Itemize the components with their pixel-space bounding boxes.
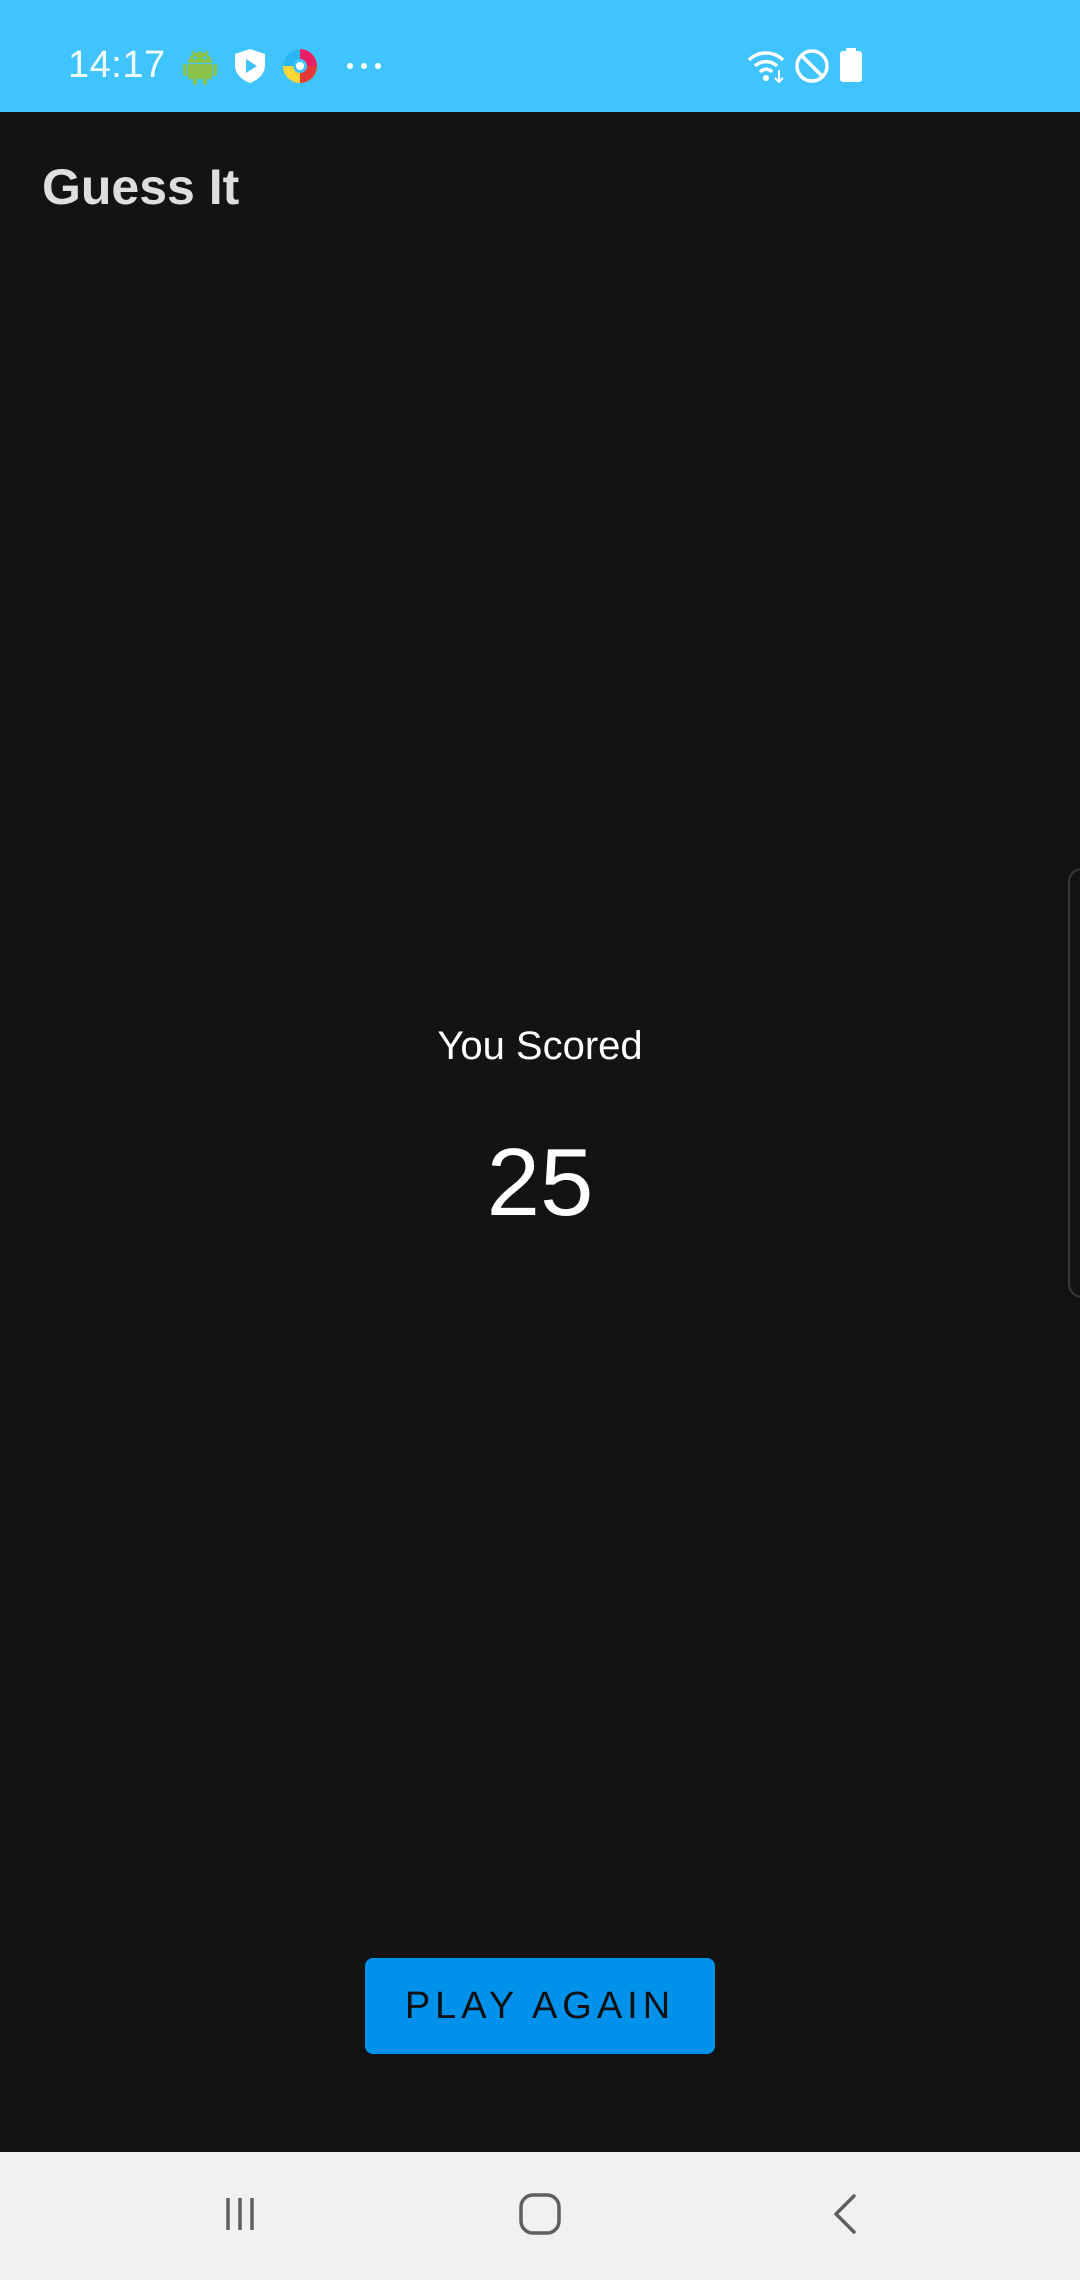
edge-panel-handle[interactable] [1068,868,1080,1298]
do-not-disturb-icon [792,46,832,86]
score-label: You Scored [437,1024,643,1068]
recent-apps-icon [218,2192,262,2241]
battery-icon [836,46,866,86]
more-dots-icon [344,46,384,86]
back-button[interactable] [806,2176,886,2256]
recent-apps-button[interactable] [200,2176,280,2256]
back-icon [824,2192,868,2241]
navigation-bar [0,2152,1080,2280]
status-time: 14:17 [68,44,166,86]
home-button[interactable] [500,2176,580,2256]
status-bar: 14:17 [0,0,1080,112]
app-content: Guess It You Scored 25 PLAY AGAIN [0,112,1080,2152]
score-value: 25 [486,1129,594,1236]
colorful-app-icon [280,46,320,86]
shield-play-icon [230,46,270,86]
home-icon [516,2190,564,2243]
play-again-button[interactable]: PLAY AGAIN [365,1958,715,2054]
app-title: Guess It [42,159,240,215]
wifi-icon [746,46,786,86]
android-icon [180,46,220,86]
